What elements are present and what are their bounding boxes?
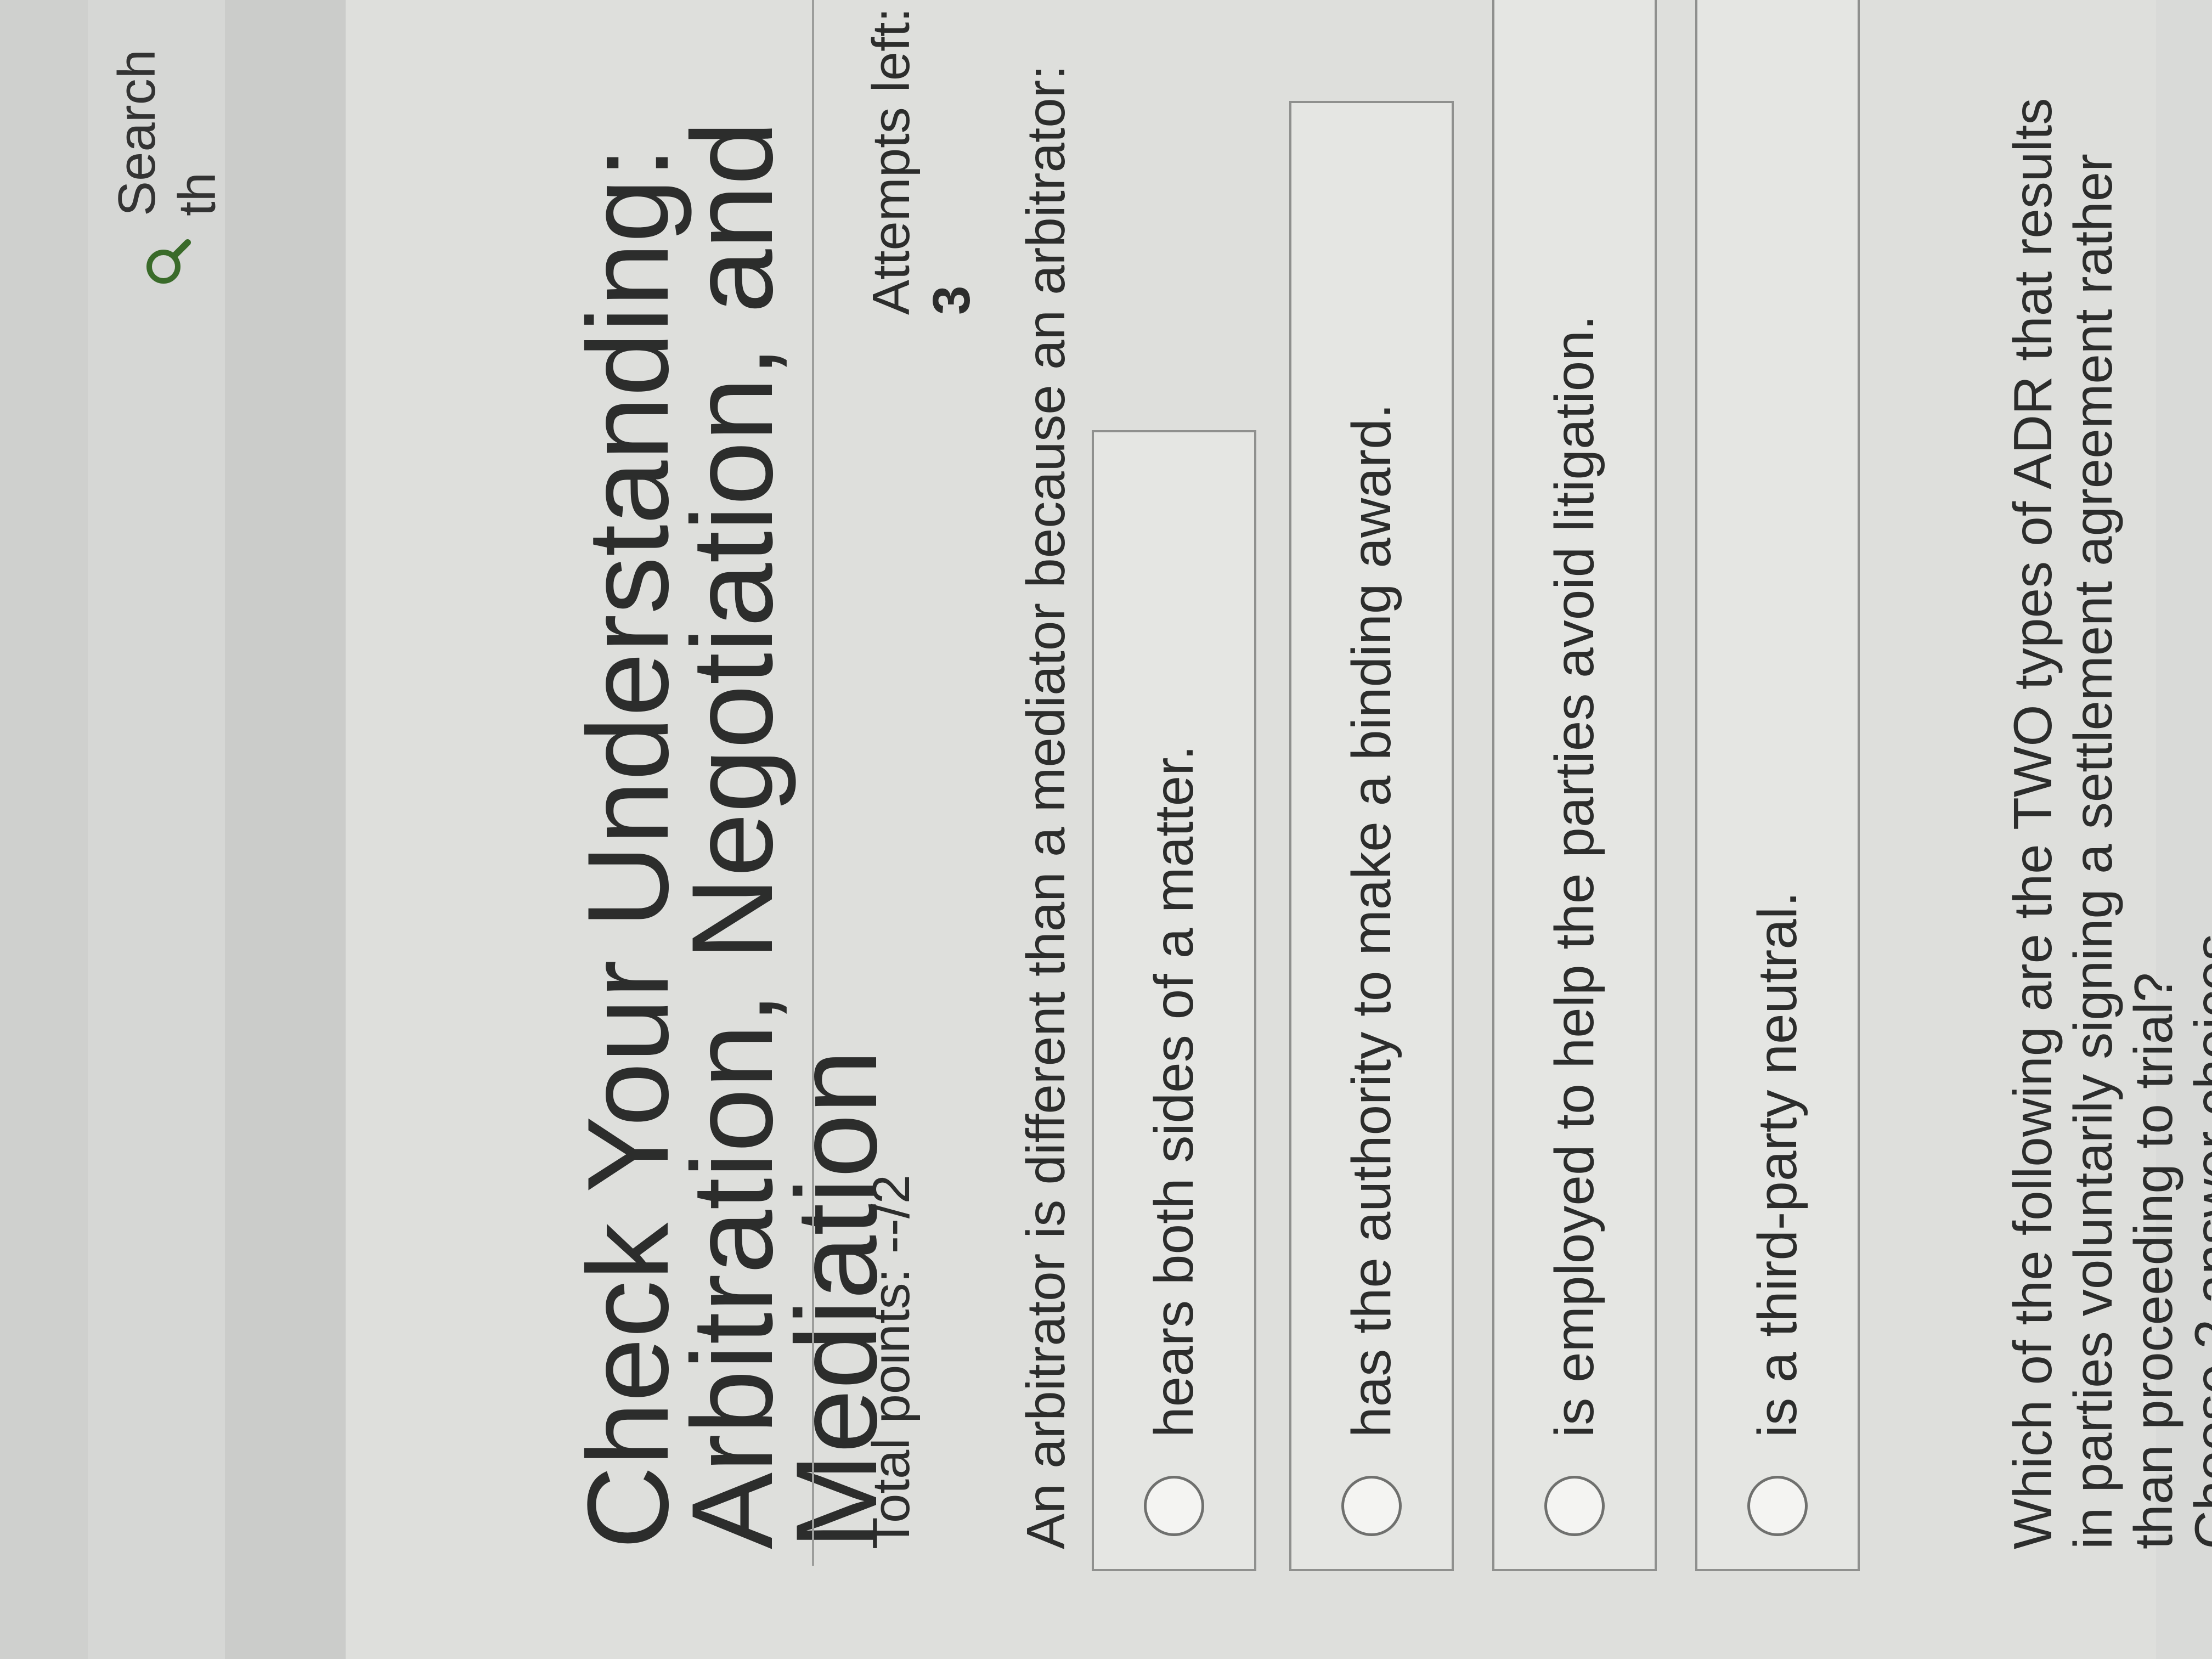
question-1-prompt: An arbitrator is different than a mediat…: [1015, 65, 1076, 1549]
radio-button[interactable]: [1341, 1476, 1402, 1536]
page-canvas: Search th Check Your Understanding: Arbi…: [0, 0, 2212, 1659]
photo-stage: Search th Check Your Understanding: Arbi…: [0, 0, 2212, 1659]
option-label: is employed to help the parties avoid li…: [1543, 315, 1605, 1437]
question-2-instruction: Choose 2 answer choices.: [2183, 918, 2212, 1549]
question-2-text: Which of the following are the TWO types…: [2002, 98, 2183, 1549]
answer-option[interactable]: has the authority to make a binding awar…: [1289, 101, 1454, 1571]
option-label: has the authority to make a binding awar…: [1340, 403, 1402, 1437]
answer-option[interactable]: is employed to help the parties avoid li…: [1492, 0, 1657, 1571]
attempts-count: 3: [922, 285, 981, 315]
radio-button[interactable]: [1747, 1476, 1808, 1536]
answer-option[interactable]: is a third-party neutral.: [1695, 0, 1860, 1571]
total-points: Total points: --/2: [862, 1175, 921, 1549]
answer-option[interactable]: hears both sides of a matter.: [1092, 430, 1256, 1571]
question-2-prompt: Which of the following are the TWO types…: [2002, 95, 2212, 1549]
browser-edge: [0, 0, 88, 1659]
search-bar[interactable]: Search th: [108, 2, 227, 287]
radio-button[interactable]: [1544, 1476, 1605, 1536]
radio-button[interactable]: [1144, 1476, 1204, 1536]
search-label: Search th: [108, 49, 227, 216]
option-label: hears both sides of a matter.: [1143, 745, 1205, 1437]
option-label: is a third-party neutral.: [1746, 891, 1808, 1437]
attempts-label: Attempts left:: [862, 7, 921, 315]
attempts-left: Attempts left: 3: [861, 0, 982, 315]
title-divider: [812, 0, 814, 1566]
search-icon: [143, 238, 192, 287]
page-title: Check Your Understanding: Arbitration, N…: [563, 121, 901, 1549]
sidebar-gutter: [225, 0, 346, 1659]
